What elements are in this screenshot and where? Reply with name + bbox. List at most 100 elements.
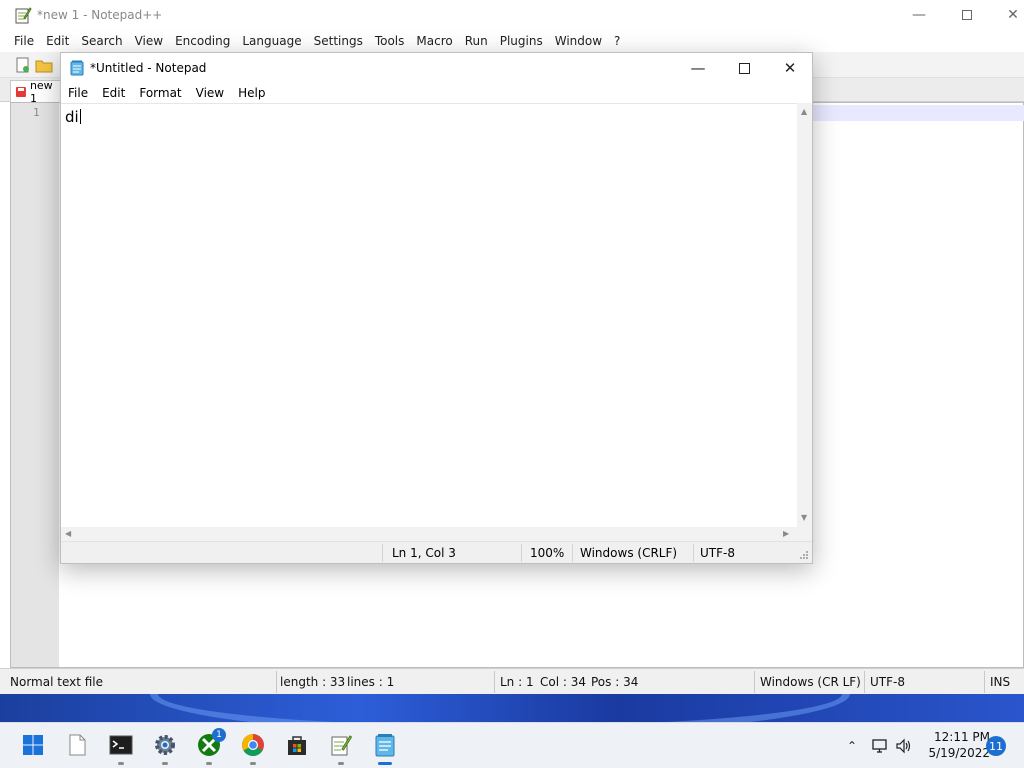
status-lines: lines : 1 [347,675,395,689]
taskbar-xbox-button[interactable]: 1 [196,728,226,758]
notepad-window: *Untitled - Notepad — ✕ File Edit Format… [60,52,813,564]
notepadpp-app-icon [15,7,32,24]
wallpaper-bloom [150,694,850,722]
taskbar-file-button[interactable] [64,732,90,758]
new-file-icon[interactable] [14,56,32,74]
volume-button[interactable] [894,736,914,756]
status-divider [864,671,865,693]
npp-menu-language[interactable]: Language [242,34,301,48]
npp-menu-view[interactable]: View [135,34,163,48]
tab-new-1[interactable]: new 1 [10,78,64,105]
npp-menu-settings[interactable]: Settings [314,34,363,48]
np-menu-edit[interactable]: Edit [102,86,125,100]
horizontal-scrollbar[interactable]: ◀ ▶ [61,527,797,541]
clock-time: 12:11 PM [934,730,990,744]
current-line-highlight [811,105,1024,121]
npp-menu-plugins[interactable]: Plugins [500,34,543,48]
resize-grip-icon[interactable] [799,550,809,560]
npp-menu-macro[interactable]: Macro [416,34,452,48]
notepad-maximize-button[interactable] [721,53,767,83]
running-indicator [162,762,168,765]
notification-center-badge[interactable]: 11 [986,736,1006,756]
npp-menu-run[interactable]: Run [465,34,488,48]
xbox-notification-badge: 1 [212,728,226,742]
line-number: 1 [33,106,40,119]
taskbar-notepadpp-button[interactable] [328,732,354,758]
close-icon: ✕ [783,59,797,77]
taskbar-notepad-button[interactable] [372,732,398,758]
chevron-up-icon: ⌃ [846,739,858,753]
npp-menu-edit[interactable]: Edit [46,34,69,48]
text-caret [79,109,81,124]
maximize-icon [738,62,750,74]
clock-date: 5/19/2022 [928,746,990,760]
active-app-indicator [378,762,392,765]
scroll-right-icon[interactable]: ▶ [783,529,789,538]
vertical-scrollbar[interactable]: ▲ ▼ [797,103,812,527]
npp-menu-encoding[interactable]: Encoding [175,34,230,48]
notepadpp-close-button[interactable]: ✕ [990,0,1024,30]
notepadpp-menubar: File Edit Search View Encoding Language … [0,30,1024,52]
desktop-wallpaper [0,694,1024,722]
running-indicator [338,762,344,765]
scroll-left-icon[interactable]: ◀ [65,529,71,538]
notepad-minimize-button[interactable]: — [675,53,721,83]
network-button[interactable] [870,736,890,756]
status-divider [521,544,522,562]
status-divider [494,671,495,693]
notepad-title: *Untitled - Notepad [90,61,207,75]
np-menu-format[interactable]: Format [139,86,181,100]
minimize-icon: — [690,59,706,77]
tab-label: new 1 [29,78,53,105]
notepad-text-area[interactable]: di [61,103,797,527]
npp-menu-tools[interactable]: Tools [375,34,405,48]
system-clock[interactable]: 12:11 PM 5/19/2022 [918,729,990,761]
start-button[interactable] [20,732,46,758]
notepad-app-icon [70,60,84,76]
notepadpp-title: *new 1 - Notepad++ [37,8,163,22]
scroll-down-icon[interactable]: ▼ [801,513,807,522]
text-content: di [65,108,81,126]
open-file-icon[interactable] [35,56,53,74]
np-menu-view[interactable]: View [196,86,224,100]
scroll-up-icon[interactable]: ▲ [801,107,807,116]
notepadpp-titlebar[interactable]: *new 1 - Notepad++ — ✕ [0,0,1024,30]
notepadpp-maximize-button[interactable] [944,0,990,30]
status-divider [382,544,383,562]
notepad-statusbar: Ln 1, Col 3 100% Windows (CRLF) UTF-8 [61,541,812,563]
npp-menu-search[interactable]: Search [81,34,122,48]
npp-menu-help[interactable]: ? [614,34,620,48]
notepad-titlebar[interactable]: *Untitled - Notepad — ✕ [61,53,812,83]
maximize-icon [962,10,972,20]
npp-menu-file[interactable]: File [14,34,34,48]
status-line-ending: Windows (CRLF) [580,546,678,560]
notepadpp-minimize-button[interactable]: — [896,0,942,30]
notepad-menubar: File Edit Format View Help [61,83,812,103]
running-indicator [250,762,256,765]
np-menu-help[interactable]: Help [238,86,265,100]
notepad-close-button[interactable]: ✕ [767,53,813,83]
close-icon: ✕ [1007,7,1019,23]
show-hidden-icons-button[interactable]: ⌃ [842,736,862,756]
notepadpp-statusbar: Normal text file length : 33 lines : 1 L… [0,668,1024,694]
chrome-icon [242,734,264,756]
status-divider [754,671,755,693]
status-pos: Pos : 34 [591,675,639,689]
taskbar-settings-button[interactable] [152,732,178,758]
status-file-type: Normal text file [10,675,104,689]
unsaved-file-icon [15,86,26,97]
notepadpp-taskbar-icon [331,735,353,756]
status-zoom: 100% [530,546,565,560]
taskbar: 1 ⌃ 12:11 PM 5/19/2022 11 [0,722,1024,768]
typed-text: di [65,108,79,126]
npp-menu-window[interactable]: Window [555,34,602,48]
blank-document-icon [69,734,86,756]
taskbar-chrome-button[interactable] [240,732,266,758]
np-menu-file[interactable]: File [68,86,88,100]
taskbar-terminal-button[interactable] [108,732,134,758]
line-number-gutter: 1 [11,103,59,667]
running-indicator [118,762,124,765]
running-indicator [206,762,212,765]
taskbar-store-button[interactable] [284,732,310,758]
status-insert-mode: INS [990,675,1011,689]
